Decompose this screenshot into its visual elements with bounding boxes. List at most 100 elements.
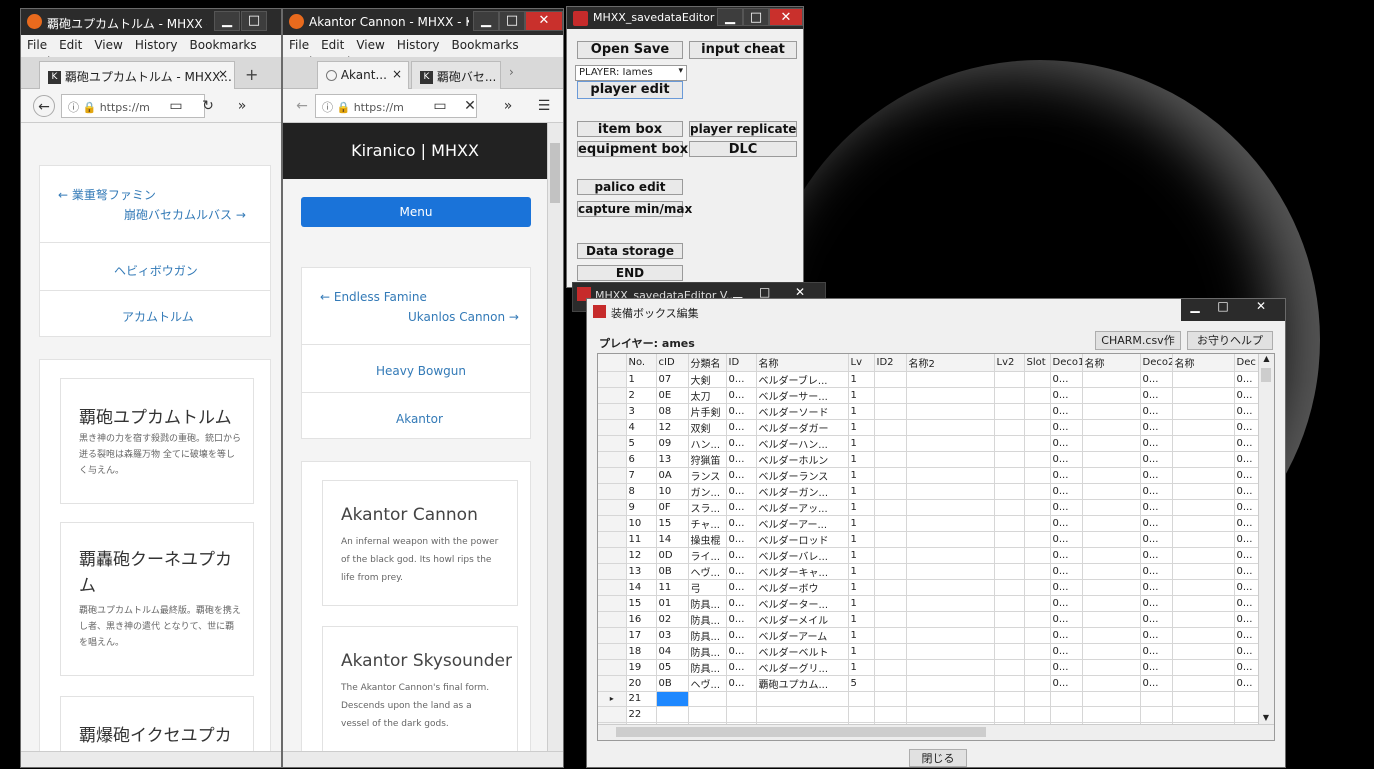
- table-cell[interactable]: 0...: [1050, 451, 1083, 468]
- next-weapon-link[interactable]: 崩砲バセカムルバス →: [124, 206, 246, 223]
- table-cell[interactable]: [874, 371, 907, 388]
- table-cell[interactable]: [1082, 659, 1141, 676]
- table-cell[interactable]: ベルダーブレ...: [756, 371, 849, 388]
- table-cell[interactable]: スラ...: [688, 499, 727, 516]
- table-cell[interactable]: 0...: [726, 595, 757, 612]
- table-row[interactable]: 16 02 防具... 0... ベルダーメイル 1 0... 0... 0...: [598, 611, 1274, 628]
- table-cell[interactable]: 1: [848, 531, 875, 548]
- table-cell[interactable]: 1: [848, 387, 875, 404]
- table-cell[interactable]: [906, 563, 995, 580]
- table-cell[interactable]: [1050, 706, 1083, 723]
- maximize-icon[interactable]: □: [743, 8, 769, 26]
- table-cell[interactable]: [994, 675, 1025, 692]
- table-cell[interactable]: 0...: [1050, 627, 1083, 644]
- table-cell[interactable]: 11: [626, 531, 657, 548]
- menu-edit[interactable]: Edit: [315, 35, 350, 52]
- row-header-cell[interactable]: [598, 611, 627, 628]
- table-cell[interactable]: [1024, 643, 1051, 660]
- table-cell[interactable]: [994, 547, 1025, 564]
- table-cell[interactable]: ベルダーベルト: [756, 643, 849, 660]
- weapon-type-link[interactable]: Heavy Bowgun: [376, 364, 466, 378]
- table-cell[interactable]: [994, 467, 1025, 484]
- dlc-button[interactable]: DLC: [689, 141, 797, 157]
- capture-button[interactable]: capture min/max: [577, 201, 692, 217]
- table-cell[interactable]: 1: [848, 483, 875, 500]
- table-cell[interactable]: [874, 675, 907, 692]
- site-title[interactable]: Kiranico | MHXX: [283, 141, 547, 160]
- table-cell[interactable]: [994, 499, 1025, 516]
- player-edit-button[interactable]: player edit: [577, 81, 683, 99]
- table-cell[interactable]: 0...: [1140, 403, 1173, 420]
- table-cell[interactable]: [756, 706, 849, 723]
- table-cell[interactable]: [906, 483, 995, 500]
- reader-icon[interactable]: ▭: [165, 95, 187, 117]
- table-cell[interactable]: ベルダーター...: [756, 595, 849, 612]
- charm-csv-button[interactable]: CHARM.csv作: [1095, 331, 1181, 350]
- table-cell[interactable]: 21: [626, 691, 657, 708]
- table-cell[interactable]: [906, 659, 995, 676]
- menu-file[interactable]: File: [21, 35, 53, 52]
- row-header-cell[interactable]: [598, 499, 627, 516]
- table-cell[interactable]: 0...: [726, 467, 757, 484]
- table-cell[interactable]: [1172, 435, 1235, 452]
- table-cell[interactable]: [874, 451, 907, 468]
- table-row[interactable]: ▸ 21: [598, 691, 1274, 708]
- table-cell[interactable]: [906, 611, 995, 628]
- table-cell[interactable]: 0...: [726, 419, 757, 436]
- table-cell[interactable]: [1172, 611, 1235, 628]
- table-cell[interactable]: 0...: [1050, 531, 1083, 548]
- tab-scroll-right-icon[interactable]: ›: [509, 65, 514, 79]
- table-cell[interactable]: 0...: [1140, 435, 1173, 452]
- table-cell[interactable]: 狩猟笛: [688, 451, 727, 468]
- weapon-card[interactable]: Akantor Cannon An infernal weapon with t…: [322, 480, 518, 606]
- hamburger-icon[interactable]: ☰: [533, 95, 555, 117]
- menu-history[interactable]: History: [129, 35, 184, 52]
- table-cell[interactable]: 0...: [726, 499, 757, 516]
- scrollbar-thumb[interactable]: [616, 727, 986, 737]
- tab-inactive[interactable]: K 覇砲バセ...: [411, 61, 501, 89]
- selected-cell[interactable]: [656, 691, 689, 708]
- row-header-cell[interactable]: [598, 563, 627, 580]
- new-tab-button[interactable]: +: [245, 65, 258, 84]
- table-cell[interactable]: 0...: [1140, 387, 1173, 404]
- scroll-down-icon[interactable]: ▼: [1259, 713, 1273, 722]
- table-cell[interactable]: [994, 451, 1025, 468]
- table-cell[interactable]: [1082, 371, 1141, 388]
- table-cell[interactable]: 19: [626, 659, 657, 676]
- table-cell[interactable]: [906, 419, 995, 436]
- table-row[interactable]: 5 09 ハン... 0... ベルダーハン... 1 0... 0... 0...: [598, 435, 1274, 452]
- maximize-icon[interactable]: □: [759, 285, 770, 299]
- table-cell[interactable]: [756, 691, 849, 708]
- table-cell[interactable]: [1024, 371, 1051, 388]
- table-cell[interactable]: [994, 563, 1025, 580]
- table-cell[interactable]: ベルダーグリ...: [756, 659, 849, 676]
- table-cell[interactable]: 0...: [1050, 659, 1083, 676]
- menu-view[interactable]: View: [88, 35, 128, 52]
- table-cell[interactable]: 0...: [726, 675, 757, 692]
- table-cell[interactable]: [1024, 403, 1051, 420]
- table-cell[interactable]: 0...: [726, 627, 757, 644]
- weapon-card[interactable]: 覇轟砲クーネユプカム 覇砲ユプカムトルム最終版。覇砲を携えし者、黒き神の遣代 と…: [60, 522, 254, 676]
- maximize-icon[interactable]: □: [499, 11, 525, 31]
- table-cell[interactable]: 12: [656, 419, 689, 436]
- table-cell[interactable]: [994, 531, 1025, 548]
- menu-bookmarks[interactable]: Bookmarks: [446, 35, 525, 52]
- window-titlebar[interactable]: 覇砲ユプカムトルム - MHXX - Ki... ▁ □: [21, 9, 281, 35]
- table-cell[interactable]: 0...: [726, 659, 757, 676]
- table-cell[interactable]: ベルダーアッ...: [756, 499, 849, 516]
- table-cell[interactable]: 0...: [1140, 531, 1173, 548]
- table-cell[interactable]: 0...: [726, 515, 757, 532]
- table-cell[interactable]: ランス: [688, 467, 727, 484]
- scroll-up-icon[interactable]: ▲: [1259, 354, 1274, 363]
- table-cell[interactable]: 1: [626, 371, 657, 388]
- table-row[interactable]: 18 04 防具... 0... ベルダーベルト 1 0... 0... 0...: [598, 643, 1274, 660]
- row-header-cell[interactable]: [598, 483, 627, 500]
- table-row[interactable]: 17 03 防具... 0... ベルダーアーム 1 0... 0... 0...: [598, 627, 1274, 644]
- table-cell[interactable]: 0D: [656, 547, 689, 564]
- table-cell[interactable]: 3: [626, 403, 657, 420]
- table-row[interactable]: 20 0B ヘヴ... 0... 覇砲ユプカム... 5 0... 0... 0...: [598, 675, 1274, 692]
- prev-weapon-link[interactable]: ← 業重弩ファミン: [58, 186, 156, 203]
- table-cell[interactable]: [874, 643, 907, 660]
- back-arrow-icon[interactable]: ←: [291, 95, 313, 117]
- table-cell[interactable]: [1024, 706, 1051, 723]
